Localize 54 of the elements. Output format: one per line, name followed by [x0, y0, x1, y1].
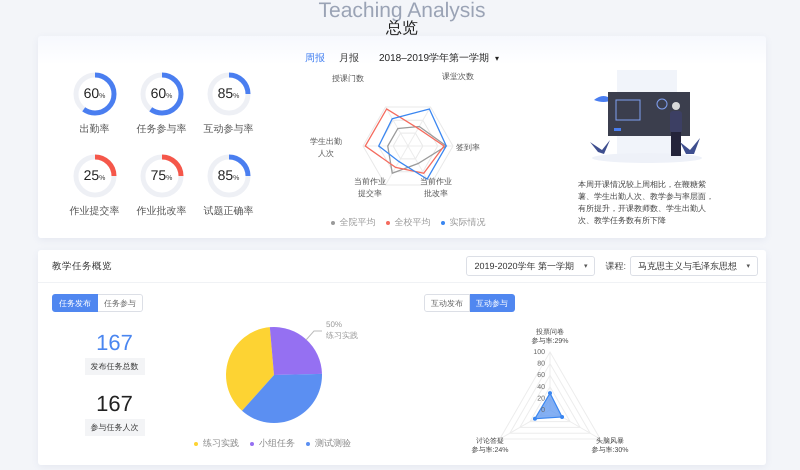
summary-text: 本周开课情况较上周相比，在鞭糖紫薯、学生出勤人次、教学参与率层面，有所提升，开课教师数、学生出勤人次、教学任务数有所下降: [578, 179, 715, 227]
term-dropdown[interactable]: 2018–2019学年第一学期 ▾: [378, 51, 500, 65]
segment-tab[interactable]: 任务发布: [52, 294, 98, 312]
slice-annotation: 50%: [326, 320, 342, 329]
stat-number: 167: [96, 391, 133, 417]
legend-label: 测试测验: [315, 437, 351, 450]
rate-label: 出勤率: [80, 123, 110, 137]
legend-dot: [250, 442, 254, 446]
axis-label: 授课门数: [332, 74, 364, 83]
axis-label: 当前作业 批改率: [420, 177, 452, 198]
leader-line: [306, 330, 322, 340]
legend-dot: [306, 442, 310, 446]
radar-area: [532, 391, 564, 421]
rate-value: 60: [84, 85, 100, 101]
progress-ring: [72, 71, 118, 117]
segment-tab[interactable]: 互动发布: [424, 294, 470, 312]
rate-label: 作业批改率: [136, 205, 186, 219]
legend-label: 全校平均: [394, 216, 430, 229]
rate-label: 作业提交率: [70, 205, 120, 219]
rate-value: 85: [218, 85, 234, 101]
rate-label: 互动参与率: [204, 123, 254, 137]
axis-label: 签到率: [456, 143, 480, 152]
stat-label: 发布任务总数: [84, 358, 144, 375]
legend-label: 小组任务: [259, 437, 295, 450]
rate-value: 25: [84, 167, 100, 183]
progress-ring: [206, 71, 252, 117]
report-tab[interactable]: 月报: [338, 51, 359, 65]
field-label: 课程:: [605, 260, 626, 272]
page-title: 总览: [386, 21, 418, 36]
rate-value: 85: [218, 167, 234, 183]
progress-ring: [72, 153, 118, 199]
progress-ring: [138, 153, 184, 199]
legend-label: 实际情况: [450, 216, 486, 229]
backdrop-title: Teaching Analysis: [318, 0, 486, 21]
legend-label: 练习实践: [203, 437, 239, 450]
rate-label: 试题正确率: [204, 205, 254, 219]
stat-number: 167: [96, 330, 133, 356]
segment-tab[interactable]: 互动参与: [470, 294, 515, 312]
progress-ring: [138, 71, 184, 117]
rate-value: 75: [150, 167, 166, 183]
rate-label: 任务参与率: [136, 123, 186, 137]
slice-annotation: 练习实践: [326, 331, 358, 340]
section-title: 教学任务概览: [52, 260, 112, 272]
axis-label: 课堂次数: [442, 72, 474, 81]
legend-label: 全院平均: [340, 216, 376, 229]
axis-label: 学生出勤 人次: [310, 137, 342, 158]
stat-label: 参与任务人次: [84, 419, 144, 436]
segment-tab[interactable]: 任务参与: [98, 294, 143, 312]
axis-label: 当前作业 提交率: [354, 177, 386, 198]
progress-ring: [206, 153, 252, 199]
report-tab[interactable]: 周报: [304, 51, 325, 65]
legend-dot: [194, 442, 198, 446]
caret-icon: ▾: [495, 54, 500, 62]
rate-value: 60: [150, 85, 166, 101]
